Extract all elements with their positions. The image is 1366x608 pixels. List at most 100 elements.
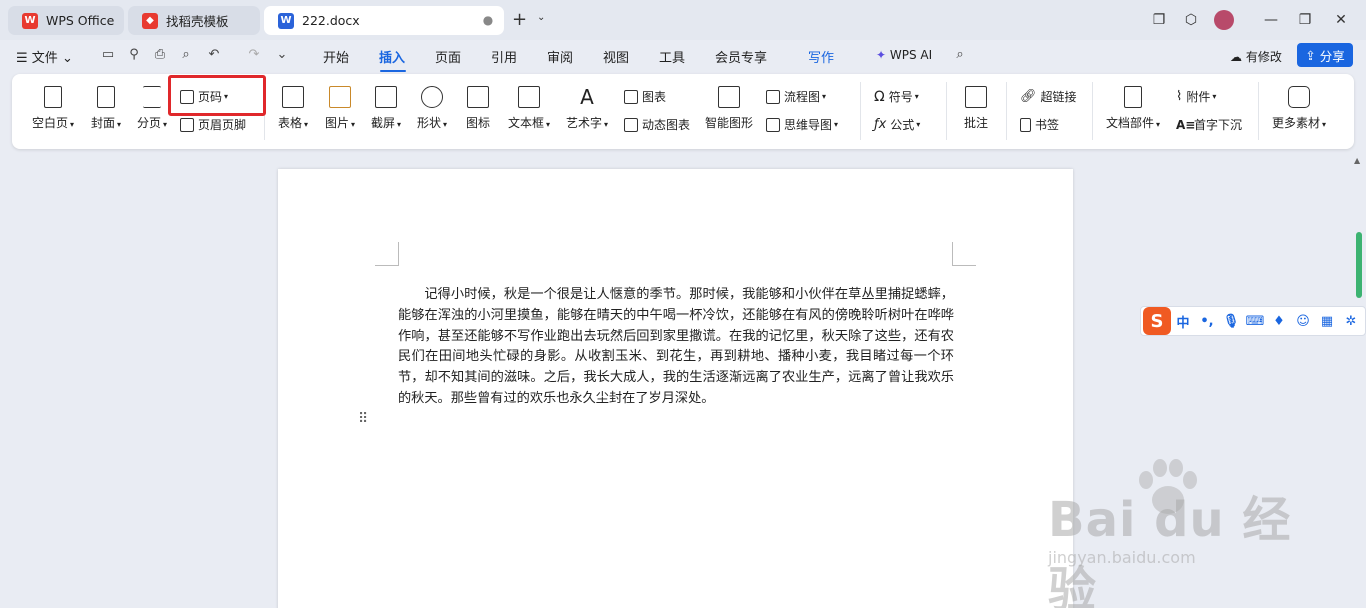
- cover-icon: [97, 86, 115, 108]
- tab-label: 222.docx: [302, 13, 360, 28]
- search-icon[interactable]: ⌕: [952, 47, 968, 63]
- print-icon[interactable]: ⎙: [152, 47, 168, 63]
- sogou-logo-icon[interactable]: S: [1143, 307, 1171, 335]
- cover-button[interactable]: 封面 ▾: [86, 86, 126, 131]
- blank-page-button[interactable]: 空白页 ▾: [30, 86, 76, 131]
- baidu-watermark: Bai du 经验 jingyan.baidu.com: [1040, 458, 1340, 608]
- menu-home[interactable]: 开始: [323, 47, 349, 66]
- screenshot-icon: [375, 86, 397, 108]
- wps-logo-icon: W: [22, 12, 38, 29]
- dynamic-chart-button[interactable]: 动态图表: [624, 116, 690, 133]
- divider: [1258, 82, 1259, 140]
- save-icon[interactable]: ▭: [100, 47, 116, 63]
- picture-button[interactable]: 图片 ▾: [320, 86, 360, 131]
- picture-icon: [329, 86, 351, 108]
- textbox-icon: [518, 86, 540, 108]
- page-break-button[interactable]: 分页 ▾: [132, 86, 172, 131]
- link-icon: 🔗︎: [1020, 89, 1037, 104]
- paperclip-icon: ⌇: [1176, 89, 1183, 104]
- format-painter-icon[interactable]: ⚲: [126, 47, 142, 63]
- chevron-down-icon[interactable]: ⌄: [537, 12, 545, 23]
- tab-close-icon[interactable]: ●: [482, 14, 494, 26]
- materials-icon: [1288, 86, 1310, 108]
- mindmap-icon: [766, 117, 780, 132]
- redo-icon[interactable]: ↷: [246, 47, 262, 63]
- icon-button[interactable]: 图标: [460, 86, 496, 131]
- mindmap-button[interactable]: 思维导图 ▾: [766, 116, 838, 133]
- new-tab-icon[interactable]: +: [512, 10, 527, 30]
- highlight-box: [168, 75, 266, 116]
- settings-icon[interactable]: ✲: [1339, 314, 1363, 329]
- flowchart-button[interactable]: 流程图 ▾: [766, 88, 826, 105]
- tab-docer[interactable]: ◆ 找稻壳模板: [128, 6, 260, 35]
- hyperlink-button[interactable]: 🔗︎ 超链接: [1020, 88, 1077, 105]
- header-footer-icon: [180, 117, 194, 132]
- file-menu[interactable]: ☰ 文件 ⌄: [16, 47, 73, 66]
- formula-button[interactable]: ƒx 公式 ▾: [874, 116, 920, 133]
- skin-icon[interactable]: ♦: [1267, 314, 1291, 329]
- smart-graphic-button[interactable]: 智能图形: [702, 86, 756, 131]
- dropcap-icon: A≡: [1176, 117, 1196, 132]
- window-layout-icon[interactable]: ❐: [1150, 11, 1168, 29]
- keyboard-icon[interactable]: ⌨: [1243, 314, 1267, 329]
- cube-icon[interactable]: ⬡: [1182, 11, 1200, 29]
- menu-insert[interactable]: 插入: [379, 47, 405, 66]
- scrollbar-thumb[interactable]: [1356, 232, 1362, 298]
- microphone-icon[interactable]: 🎙︎: [1219, 314, 1243, 329]
- comment-button[interactable]: 批注: [958, 86, 994, 131]
- chart-button[interactable]: 图表: [624, 88, 666, 105]
- margin-marker-top-right: [952, 242, 976, 266]
- menu-write[interactable]: 写作: [808, 47, 834, 66]
- dropcap-button[interactable]: A≡ 首字下沉: [1176, 116, 1242, 133]
- toolbox-icon[interactable]: ▦: [1315, 314, 1339, 329]
- wordart-button[interactable]: A 艺术字 ▾: [562, 86, 612, 131]
- tab-label: WPS Office: [46, 13, 115, 28]
- menu-references[interactable]: 引用: [491, 47, 517, 66]
- close-icon[interactable]: ✕: [1332, 11, 1350, 29]
- divider: [1006, 82, 1007, 140]
- ime-punct-toggle[interactable]: •,: [1195, 314, 1219, 329]
- table-icon: [282, 86, 304, 108]
- avatar[interactable]: [1214, 10, 1234, 30]
- more-materials-button[interactable]: 更多素材 ▾: [1268, 86, 1330, 131]
- tab-label: 找稻壳模板: [166, 14, 229, 29]
- bookmark-button[interactable]: 书签: [1020, 116, 1059, 133]
- screenshot-button[interactable]: 截屏 ▾: [366, 86, 406, 131]
- shape-button[interactable]: 形状 ▾: [412, 86, 452, 131]
- symbol-button[interactable]: Ω 符号 ▾: [874, 88, 919, 105]
- menu-member[interactable]: 会员专享: [715, 47, 767, 66]
- menu-page[interactable]: 页面: [435, 47, 461, 66]
- doc-parts-button[interactable]: 文档部件 ▾: [1102, 86, 1164, 131]
- scroll-up-icon[interactable]: ▲: [1354, 156, 1360, 165]
- divider: [946, 82, 947, 140]
- undo-icon[interactable]: ↶: [206, 47, 222, 63]
- chevron-down-icon[interactable]: ⌄: [274, 47, 290, 63]
- tab-document[interactable]: W 222.docx ●: [264, 6, 504, 35]
- menu-view[interactable]: 视图: [603, 47, 629, 66]
- share-button[interactable]: ⇪ 分享: [1297, 43, 1353, 67]
- print-preview-icon[interactable]: ⌕: [178, 47, 194, 63]
- menu-tools[interactable]: 工具: [659, 47, 685, 66]
- page-break-icon: [143, 86, 161, 108]
- wps-ai-button[interactable]: ✦ WPS AI: [876, 48, 932, 62]
- textbox-button[interactable]: 文本框 ▾: [504, 86, 554, 131]
- table-button[interactable]: 表格 ▾: [274, 86, 312, 131]
- watermark-brand: Bai du 经验: [1048, 492, 1292, 608]
- document-paragraph[interactable]: 记得小时候，秋是一个很是让人惬意的季节。那时候，我能够和小伙伴在草丛里捕捉蟋蟀，…: [398, 285, 954, 410]
- divider: [1092, 82, 1093, 140]
- title-bar: W WPS Office ◆ 找稻壳模板 W 222.docx ● + ⌄ ❐ …: [0, 0, 1366, 40]
- tab-wps-office[interactable]: W WPS Office: [8, 6, 124, 35]
- attachment-button[interactable]: ⌇ 附件 ▾: [1176, 88, 1216, 105]
- ime-toolbar: S 中 •, 🎙︎ ⌨ ♦ ☺ ▦ ✲: [1140, 306, 1366, 336]
- shape-icon: [421, 86, 443, 108]
- drag-handle-icon[interactable]: ⠿: [358, 412, 368, 426]
- emoji-icon[interactable]: ☺: [1291, 314, 1315, 329]
- ime-mode-toggle[interactable]: 中: [1171, 312, 1195, 331]
- omega-icon: Ω: [874, 88, 885, 105]
- minimize-icon[interactable]: —: [1262, 11, 1280, 29]
- header-footer-button[interactable]: 页眉页脚: [180, 116, 246, 133]
- restore-icon[interactable]: ❐: [1296, 11, 1314, 29]
- bookmark-icon: [1020, 117, 1031, 132]
- has-changes-button[interactable]: ☁ 有修改: [1230, 48, 1282, 65]
- menu-review[interactable]: 审阅: [547, 47, 573, 66]
